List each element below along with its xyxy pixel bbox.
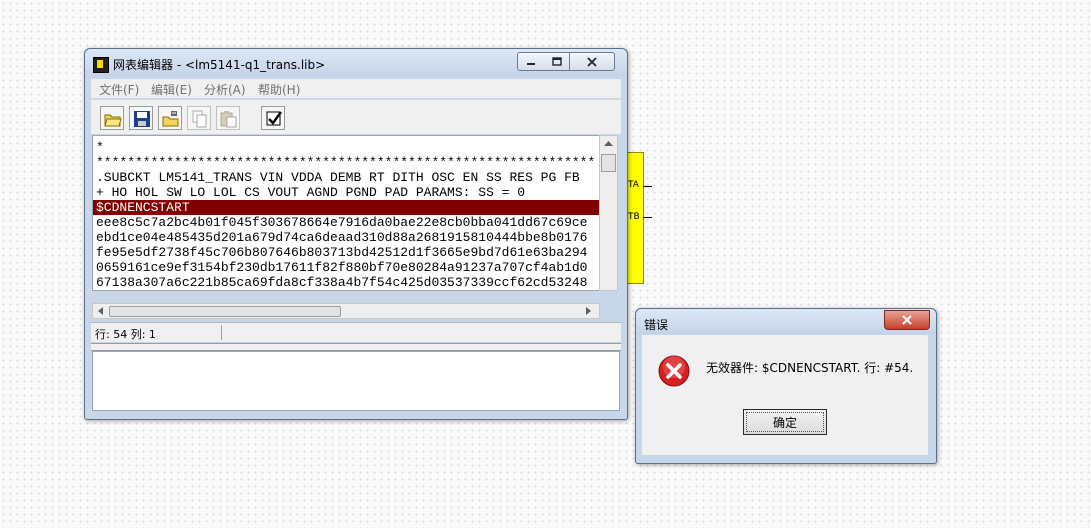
error-icon <box>658 355 690 387</box>
netlist-editor[interactable]: * **************************************… <box>92 135 600 291</box>
pin-label-tb: TB <box>628 212 640 222</box>
close-icon <box>902 315 912 325</box>
pane-splitter[interactable] <box>91 343 621 351</box>
menu-edit[interactable]: 编辑(E) <box>151 81 192 98</box>
horizontal-scroll-thumb[interactable] <box>109 306 341 317</box>
code-line: + HO HOL SW LO LOL CS VOUT AGND PGND PAD… <box>96 185 526 200</box>
maximize-button[interactable] <box>544 52 570 71</box>
window-title: 网表编辑器 - <lm5141-q1_trans.lib> <box>113 58 326 72</box>
scroll-up-icon[interactable] <box>604 140 613 146</box>
code-line: 67138a307a6c221b85ca69fda8cf338a4b7f54c4… <box>96 275 588 290</box>
close-button[interactable] <box>570 52 615 71</box>
open-folder-icon <box>104 114 122 127</box>
netlist-editor-window: 网表编辑器 - <lm5141-q1_trans.lib> 文件(F) 编辑(E… <box>84 48 628 420</box>
menu-help[interactable]: 帮助(H) <box>258 81 300 98</box>
code-line: 0659161ce9ef3154bf230db17611f82f880bf70e… <box>96 260 588 275</box>
save-as-icon <box>162 111 179 127</box>
horizontal-scrollbar[interactable] <box>92 303 600 319</box>
menu-analysis[interactable]: 分析(A) <box>204 81 246 98</box>
code-line: ebd1ce04e485435d201a679d74ca6deaad310d88… <box>96 230 588 245</box>
minimize-button[interactable] <box>517 52 545 71</box>
dialog-close-button[interactable] <box>884 310 930 330</box>
pin-ta-line <box>643 186 652 187</box>
paste-icon <box>220 111 237 128</box>
check-icon <box>266 111 282 126</box>
toolbar <box>91 99 621 134</box>
copy-icon <box>192 110 207 128</box>
close-icon <box>587 56 597 67</box>
scroll-left-icon[interactable] <box>97 307 103 315</box>
code-line: ****************************************… <box>96 155 596 170</box>
vertical-scrollbar[interactable] <box>599 135 618 291</box>
error-message: 无效器件: $CDNENCSTART. 行: #54. <box>706 361 914 375</box>
code-line: .SUBCKT LM5141_TRANS VIN VDDA DEMB RT DI… <box>96 170 580 185</box>
copy-button[interactable] <box>187 106 211 130</box>
save-button[interactable] <box>129 106 153 130</box>
highlighted-error-line: $CDNENCSTART <box>93 200 599 215</box>
save-icon <box>134 111 150 127</box>
menu-file[interactable]: 文件(F) <box>99 81 139 98</box>
app-icon <box>93 57 109 73</box>
code-line: eee8c5c7a2bc4b01f045f303678664e7916da0ba… <box>96 215 588 230</box>
ok-button[interactable]: 确定 <box>743 409 827 435</box>
scroll-right-icon[interactable] <box>586 307 592 315</box>
output-pane[interactable] <box>92 351 620 411</box>
dialog-body: 无效器件: $CDNENCSTART. 行: #54. 确定 <box>642 335 928 455</box>
maximize-icon <box>551 57 562 66</box>
paste-button[interactable] <box>216 106 240 130</box>
pin-tb-line <box>643 217 652 218</box>
title-bar[interactable]: 网表编辑器 - <lm5141-q1_trans.lib> <box>85 49 627 77</box>
status-bar: 行: 54 列: 1 <box>91 322 621 342</box>
code-line: * <box>96 140 104 155</box>
check-button[interactable] <box>261 106 285 130</box>
code-line: fe95e5df2738f45c706b807646b803713bd42512… <box>96 245 588 260</box>
open-button[interactable] <box>100 106 124 130</box>
minimize-icon <box>527 62 535 65</box>
menu-bar: 文件(F) 编辑(E) 分析(A) 帮助(H) <box>91 79 621 98</box>
cursor-position: 行: 54 列: 1 <box>95 328 156 341</box>
pin-label-ta: TA <box>628 180 639 190</box>
status-separator <box>221 325 222 340</box>
dialog-title: 错误 <box>644 318 669 332</box>
save-as-button[interactable] <box>158 106 182 130</box>
vertical-scroll-thumb[interactable] <box>601 154 616 172</box>
error-dialog: 错误 无效器件: $CDNENCSTART. 行: #54. 确定 <box>635 308 937 464</box>
dialog-title-bar[interactable]: 错误 <box>636 309 936 334</box>
